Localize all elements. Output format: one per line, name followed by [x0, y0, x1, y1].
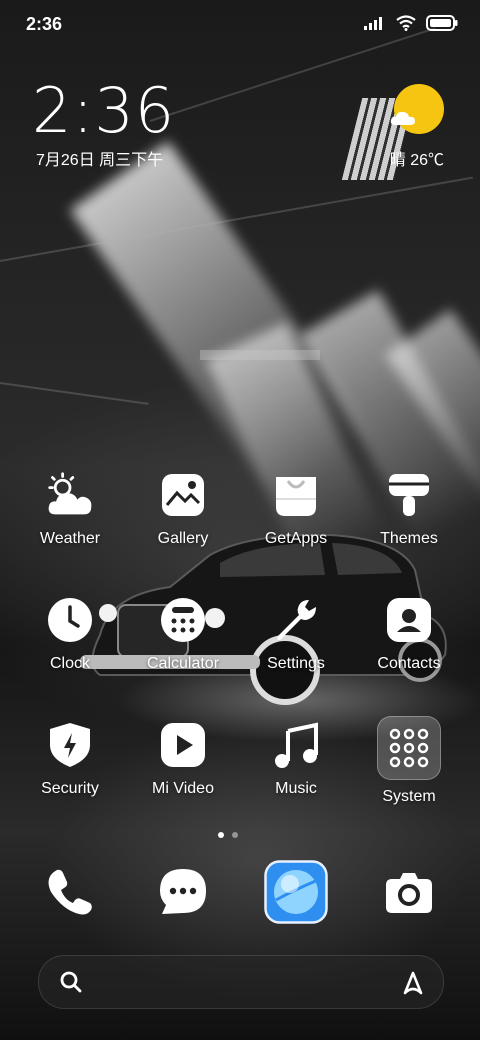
app-label: Calculator: [146, 655, 220, 672]
play-icon: [159, 721, 207, 769]
phone-icon: [48, 869, 92, 915]
browser-icon: [264, 860, 328, 924]
settings-icon: [272, 596, 320, 644]
status-time: 2:36: [26, 14, 63, 34]
app-getapps[interactable]: GetApps: [241, 471, 351, 548]
dock-browser[interactable]: [264, 860, 328, 924]
page-dot-active: [218, 832, 224, 838]
dock-phone[interactable]: [40, 862, 100, 922]
app-clock[interactable]: Clock: [15, 596, 125, 673]
app-label: Gallery: [157, 530, 209, 547]
signal-icon: [364, 16, 386, 35]
cloud-icon: [390, 111, 415, 125]
clock-widget-date: 7月26日 周三下午: [36, 152, 164, 169]
app-label: Themes: [380, 530, 438, 547]
status-bar: 2:36: [0, 0, 480, 50]
app-label: Settings: [267, 655, 325, 672]
wifi-icon: [396, 15, 416, 36]
contacts-icon: [385, 596, 433, 644]
app-security[interactable]: Security: [15, 721, 125, 798]
app-system-folder[interactable]: System: [354, 716, 464, 806]
app-label: Weather: [39, 530, 101, 547]
messages-icon: [160, 869, 206, 914]
app-contacts[interactable]: Contacts: [354, 596, 464, 673]
clock-icon: [46, 596, 94, 644]
app-label: Security: [41, 780, 99, 797]
weather-widget[interactable]: 晴 26℃: [354, 84, 444, 169]
weather-icon: [46, 471, 94, 519]
app-themes[interactable]: Themes: [354, 471, 464, 548]
dock-camera[interactable]: [379, 862, 439, 922]
app-gallery[interactable]: Gallery: [128, 471, 238, 548]
folder-icon: [377, 716, 441, 780]
voice-assistant-icon[interactable]: [399, 968, 427, 1001]
search-icon: [59, 970, 83, 999]
app-mi-video[interactable]: Mi Video: [128, 721, 238, 798]
battery-icon: [426, 15, 458, 36]
weather-widget-text: 晴 26℃: [389, 152, 444, 169]
search-bar[interactable]: [38, 955, 444, 1009]
app-music[interactable]: Music: [241, 721, 351, 798]
app-label: Contacts: [377, 655, 441, 672]
app-calculator[interactable]: Calculator: [128, 596, 238, 673]
app-label: System: [382, 788, 436, 805]
app-label: Clock: [49, 655, 90, 672]
sun-icon: [394, 84, 444, 134]
music-note-icon: [272, 721, 320, 769]
dock-messages[interactable]: [153, 862, 213, 922]
gallery-icon: [159, 471, 207, 519]
app-weather[interactable]: Weather: [15, 471, 125, 548]
app-settings[interactable]: Settings: [241, 596, 351, 673]
app-label: Mi Video: [152, 780, 214, 797]
page-dot: [232, 832, 238, 838]
security-shield-icon: [46, 721, 94, 769]
clock-widget-time[interactable]: 2:36: [32, 74, 175, 147]
app-label: GetApps: [264, 530, 328, 547]
calculator-icon: [159, 596, 207, 644]
page-indicator: [218, 832, 238, 838]
themes-icon: [385, 471, 433, 519]
getapps-icon: [272, 471, 320, 519]
camera-icon: [386, 873, 432, 913]
app-label: Music: [275, 780, 317, 797]
